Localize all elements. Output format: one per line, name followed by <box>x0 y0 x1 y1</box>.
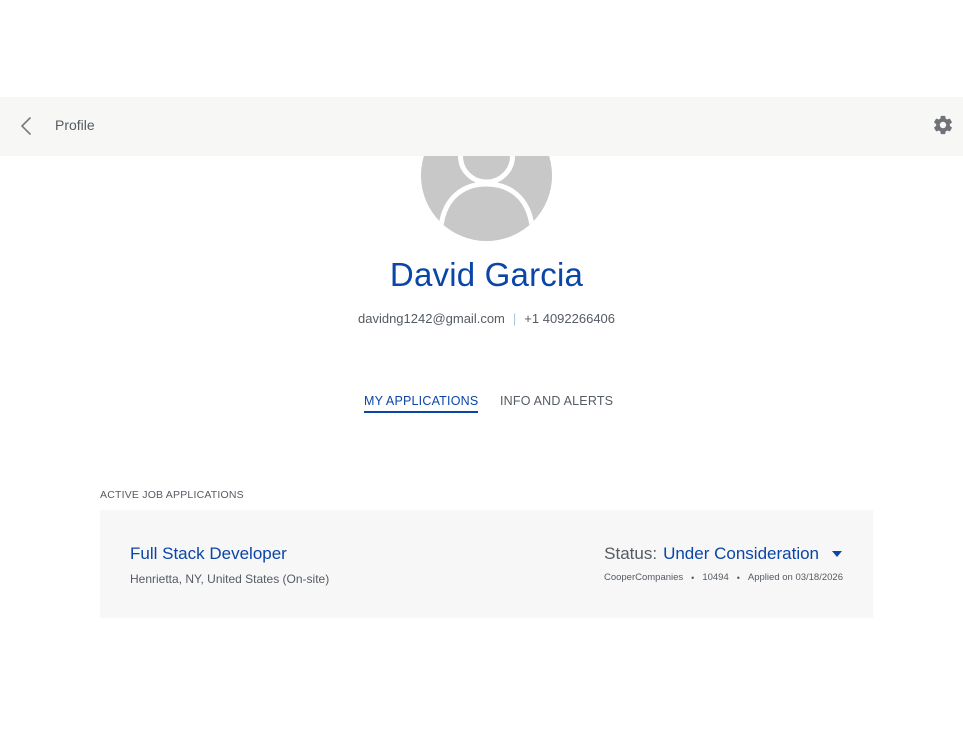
tab-my-applications[interactable]: MY APPLICATIONS <box>364 394 479 413</box>
status-dropdown-button[interactable] <box>831 548 843 560</box>
application-meta: CooperCompanies • 10494 • Applied on 03/… <box>604 572 843 583</box>
application-card: Full Stack Developer Henrietta, NY, Unit… <box>100 510 873 618</box>
tab-info-and-alerts[interactable]: INFO AND ALERTS <box>500 394 613 411</box>
meta-separator: • <box>691 572 695 583</box>
caret-down-icon <box>832 551 842 557</box>
profile-name: David Garcia <box>389 256 584 293</box>
profile-phone: +1 4092266406 <box>524 311 616 326</box>
gear-icon <box>934 115 952 135</box>
status-label: Status: <box>604 544 658 563</box>
contact-info: davidng1242@gmail.com | +1 4092266406 <box>0 311 963 326</box>
job-id: 10494 <box>702 572 729 583</box>
status-value: Under Consideration <box>663 544 819 563</box>
job-location: Henrietta, NY, United States (On-site) <box>130 572 330 586</box>
profile-email: davidng1242@gmail.com <box>357 311 505 326</box>
page-title: Profile <box>55 117 95 133</box>
applied-date: Applied on 03/18/2026 <box>747 572 843 583</box>
top-bar: Profile <box>0 97 963 156</box>
job-title-link[interactable]: Full Stack Developer <box>130 544 287 564</box>
back-button[interactable] <box>14 114 38 138</box>
meta-separator: • <box>736 572 740 583</box>
settings-button[interactable] <box>932 114 954 136</box>
status-row: Status: Under Consideration <box>604 544 843 564</box>
section-label-active-applications: ACTIVE JOB APPLICATIONS <box>100 489 244 501</box>
company-name: CooperCompanies <box>603 572 684 583</box>
chevron-left-icon <box>21 117 31 135</box>
profile-page: Profile David Garcia davidng1242@gmail.c… <box>0 0 963 738</box>
contact-separator: | <box>512 311 517 326</box>
